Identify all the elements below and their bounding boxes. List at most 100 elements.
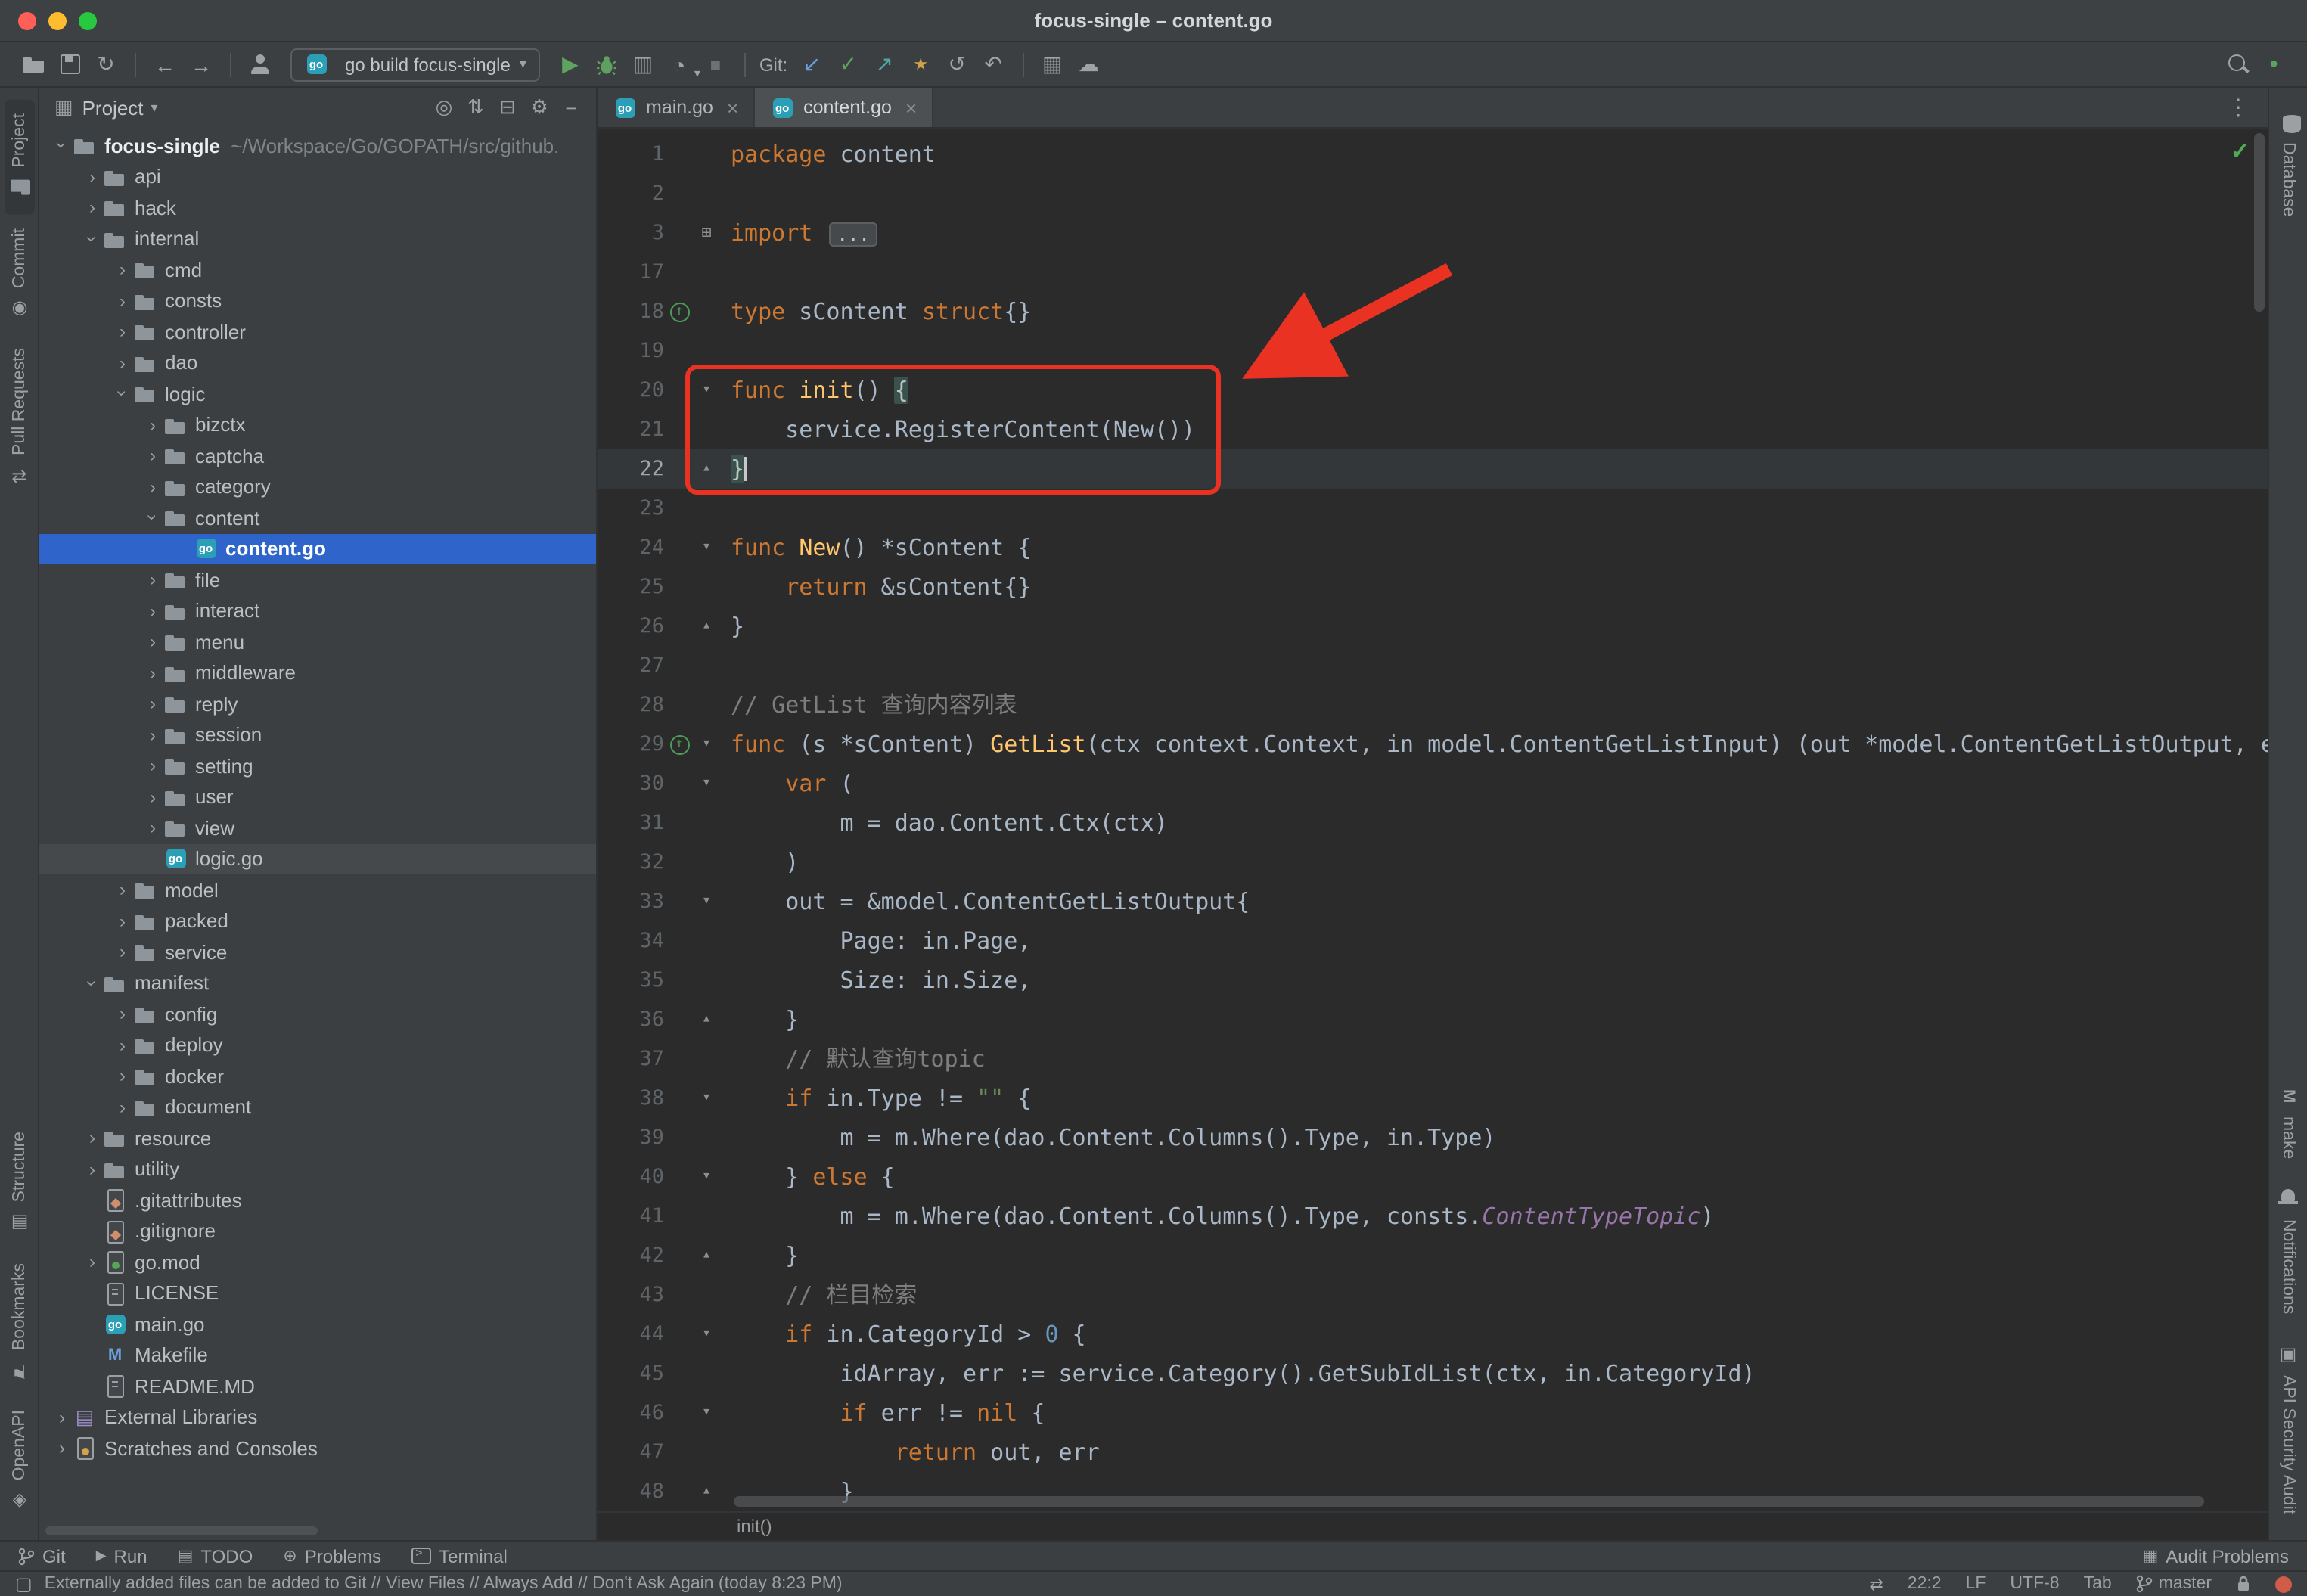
chevron-icon[interactable]: [112, 292, 133, 310]
chevron-icon[interactable]: [142, 726, 163, 744]
lock-icon[interactable]: [2236, 1575, 2251, 1593]
chevron-icon[interactable]: [112, 912, 133, 930]
fold-marker-icon[interactable]: [694, 331, 719, 371]
fold-marker-icon[interactable]: [694, 1354, 719, 1393]
fold-marker-icon[interactable]: [694, 449, 719, 489]
tree-row[interactable]: setting: [39, 750, 596, 781]
stop-button[interactable]: [697, 46, 734, 82]
code-line[interactable]: 24 func New() *sContent {: [598, 528, 2268, 567]
fold-marker-icon[interactable]: [694, 764, 719, 803]
chevron-down-icon[interactable]: ▾: [151, 99, 158, 116]
chevron-icon[interactable]: [82, 199, 103, 217]
gutter-icon[interactable]: [664, 843, 694, 882]
tree-row[interactable]: utility: [39, 1154, 596, 1185]
code-line[interactable]: 18 type sContent struct{}: [598, 292, 2268, 331]
chevron-icon[interactable]: [142, 819, 163, 837]
fold-marker-icon[interactable]: [694, 213, 719, 253]
tree-row[interactable]: view: [39, 812, 596, 843]
gutter-icon[interactable]: [664, 331, 694, 371]
tree-row[interactable]: packed: [39, 905, 596, 936]
code-line[interactable]: 27: [598, 646, 2268, 685]
maximize-window-button[interactable]: [79, 11, 97, 29]
tree-row[interactable]: cmd: [39, 254, 596, 285]
fold-marker-icon[interactable]: [694, 1275, 719, 1315]
project-panel-title[interactable]: Project: [82, 96, 144, 119]
tree-row[interactable]: Makefile: [39, 1340, 596, 1371]
tree-row[interactable]: main.go: [39, 1309, 596, 1340]
fold-marker-icon[interactable]: [694, 371, 719, 410]
gutter-icon[interactable]: [664, 646, 694, 685]
code-line[interactable]: 47 return out, err: [598, 1433, 2268, 1472]
gear-icon[interactable]: [523, 95, 555, 120]
plugin-status-icon[interactable]: [2256, 46, 2292, 82]
tree-row[interactable]: logic: [39, 378, 596, 409]
tool-window-button[interactable]: Project: [4, 100, 34, 215]
tree-row[interactable]: deploy: [39, 1029, 596, 1060]
tree-row[interactable]: menu: [39, 626, 596, 657]
code-line[interactable]: 31 m = dao.Content.Ctx(ctx): [598, 803, 2268, 843]
chevron-icon[interactable]: [112, 1067, 133, 1085]
fold-marker-icon[interactable]: [694, 685, 719, 725]
run-button[interactable]: [552, 46, 588, 82]
tree-row[interactable]: focus-single ~/Workspace/Go/GOPATH/src/g…: [39, 130, 596, 161]
tree-row[interactable]: interact: [39, 595, 596, 626]
code-line[interactable]: 30 var (: [598, 764, 2268, 803]
chevron-icon[interactable]: [142, 416, 163, 434]
gutter-icon[interactable]: [664, 607, 694, 646]
gutter-icon[interactable]: [664, 567, 694, 607]
chevron-icon[interactable]: [142, 695, 163, 713]
code-line[interactable]: 29 func (s *sContent) GetList(ctx contex…: [598, 725, 2268, 764]
toolwindow-run-button[interactable]: Run: [96, 1545, 147, 1567]
code-line[interactable]: 44 if in.CategoryId > 0 {: [598, 1315, 2268, 1354]
chevron-icon[interactable]: [112, 1005, 133, 1023]
git-commit-icon[interactable]: [830, 46, 866, 82]
tool-window-button[interactable]: Structure: [4, 1118, 34, 1249]
chevron-icon[interactable]: [112, 261, 133, 279]
inspections-ok-icon[interactable]: ✓: [2231, 138, 2250, 165]
code-line[interactable]: 22 }: [598, 449, 2268, 489]
fold-marker-icon[interactable]: [694, 1000, 719, 1039]
gutter-icon[interactable]: [664, 1000, 694, 1039]
code-line[interactable]: 20 func init() {: [598, 371, 2268, 410]
code-line[interactable]: 43 // 栏目检索: [598, 1275, 2268, 1315]
chevron-icon[interactable]: [82, 168, 103, 186]
code-line[interactable]: 1 package content: [598, 135, 2268, 174]
tree-row[interactable]: user: [39, 781, 596, 812]
code-line[interactable]: 34 Page: in.Page,: [598, 921, 2268, 961]
debug-button[interactable]: [588, 46, 625, 82]
code-line[interactable]: 26 }: [598, 607, 2268, 646]
toolwindow-todo-button[interactable]: TODO: [178, 1545, 253, 1567]
tab-options-icon[interactable]: ⋮: [2209, 94, 2268, 121]
gutter-icon[interactable]: [664, 1472, 694, 1511]
editor-pane[interactable]: 1 package content 2: [598, 129, 2268, 1511]
vertical-scrollbar[interactable]: [2254, 133, 2265, 312]
code-line[interactable]: 38 if in.Type != "" {: [598, 1079, 2268, 1118]
user-profile-icon[interactable]: [242, 46, 278, 82]
forward-icon[interactable]: [183, 46, 219, 82]
git-update-icon[interactable]: [793, 46, 830, 82]
fold-marker-icon[interactable]: [694, 921, 719, 961]
cloud-icon[interactable]: [1070, 46, 1107, 82]
fold-marker-icon[interactable]: [694, 843, 719, 882]
open-folder-icon[interactable]: [15, 46, 51, 82]
fold-marker-icon[interactable]: [694, 646, 719, 685]
code-line[interactable]: 23: [598, 489, 2268, 528]
tree-row[interactable]: bizctx: [39, 409, 596, 440]
gutter-icon[interactable]: [664, 725, 694, 764]
search-everywhere-icon[interactable]: [2219, 46, 2256, 82]
code-line[interactable]: 19: [598, 331, 2268, 371]
hide-panel-icon[interactable]: [555, 96, 587, 119]
tree-row[interactable]: session: [39, 719, 596, 750]
fold-marker-icon[interactable]: [694, 1433, 719, 1472]
tree-row[interactable]: .gitignore: [39, 1216, 596, 1247]
chevron-icon[interactable]: [112, 1036, 133, 1054]
tool-window-button[interactable]: Notifications: [2273, 1173, 2303, 1328]
code-line[interactable]: 42 }: [598, 1236, 2268, 1275]
gutter-icon[interactable]: [664, 1197, 694, 1236]
gutter-icon[interactable]: [664, 1354, 694, 1393]
tree-row[interactable]: service: [39, 936, 596, 967]
code-line[interactable]: 2: [598, 174, 2268, 213]
fold-marker-icon[interactable]: [694, 725, 719, 764]
run-config-select[interactable]: go build focus-single ▾: [290, 48, 540, 81]
gutter-icon[interactable]: [664, 1236, 694, 1275]
